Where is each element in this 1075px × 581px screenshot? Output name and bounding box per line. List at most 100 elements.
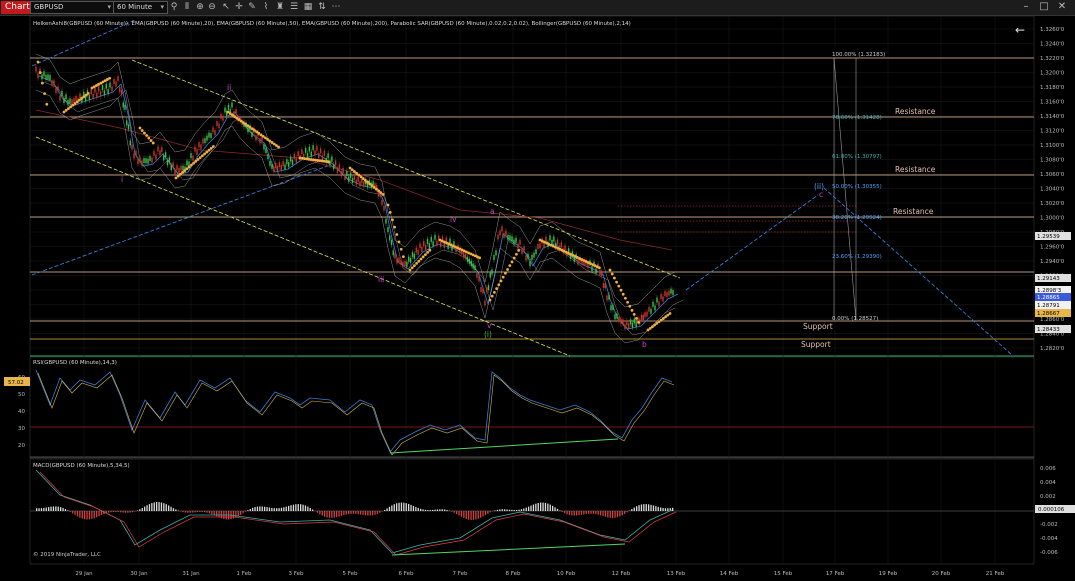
date-tick-label: 13 Feb (667, 571, 686, 577)
macd-histogram-bar (84, 511, 86, 520)
macd-histogram-bar (348, 511, 350, 515)
candle-body (591, 266, 593, 272)
candle-body (267, 154, 269, 160)
candle-body (389, 235, 391, 241)
macd-histogram-bar (189, 511, 191, 513)
wave-label: (i) (484, 330, 492, 339)
macd-histogram-bar (643, 504, 645, 511)
macd-histogram-bar (662, 507, 664, 511)
price-tick-label: 1.3060'0 (1040, 172, 1065, 178)
parabolic-sar-dot (510, 260, 514, 264)
candle-body (149, 155, 151, 161)
macd-histogram-bar (504, 509, 506, 511)
candle-body (602, 282, 605, 288)
macd-histogram-bar (583, 511, 585, 515)
candle-body (57, 86, 59, 92)
parabolic-sar-dot (495, 287, 498, 290)
parabolic-sar-dot (43, 92, 46, 96)
back-arrow-icon[interactable]: ← (1015, 23, 1025, 37)
date-tick-label: 17 Feb (826, 571, 845, 577)
macd-histogram-bar (153, 502, 155, 511)
candle-body (196, 149, 198, 155)
macd-histogram-bar (187, 511, 189, 513)
price-tick-label: 1.2860'0 (1040, 317, 1065, 323)
macd-histogram-bar (398, 502, 400, 511)
macd-histogram-bar (48, 507, 50, 511)
parabolic-sar-dot (395, 233, 399, 236)
candle-body (553, 236, 555, 242)
candle-body (67, 99, 69, 105)
candle-body (521, 248, 523, 254)
candle-body (115, 81, 117, 87)
parabolic-sar-dot (610, 272, 614, 276)
candle-body (109, 82, 111, 88)
macd-histogram-bar (384, 509, 386, 511)
macd-histogram-bar (319, 511, 321, 515)
parabolic-sar-dot (84, 93, 88, 97)
parabolic-sar-dot (207, 148, 211, 152)
candle-body (231, 102, 233, 108)
parabolic-sar-dot (82, 95, 86, 99)
parabolic-sar-dot (410, 266, 414, 270)
parabolic-sar-dot (397, 240, 401, 244)
parabolic-sar-dot (194, 159, 198, 163)
candle-body (616, 313, 618, 319)
macd-histogram-bar (439, 509, 441, 511)
candle-body (419, 243, 421, 249)
macd-histogram-bar (297, 504, 299, 511)
macd-histogram-bar (300, 504, 302, 511)
macd-histogram-bar (396, 503, 398, 511)
candle-body (503, 232, 505, 238)
price-panel (29, 15, 1035, 357)
parabolic-sar-dot (613, 276, 616, 280)
macd-histogram-bar (268, 507, 271, 511)
candle-body (247, 127, 249, 133)
macd-tick-label: -0.004 (1040, 536, 1058, 542)
candle-body (537, 243, 539, 249)
macd-histogram-bar (422, 509, 424, 511)
macd-histogram-bar (412, 505, 415, 511)
price-marker-label: 1.28865 (1037, 295, 1060, 301)
candle-body (286, 159, 288, 165)
parabolic-sar-dot (375, 187, 378, 191)
macd-histogram-bar (386, 508, 388, 511)
macd-histogram-bar (626, 511, 628, 513)
candle-body (166, 160, 169, 166)
candle-body (170, 165, 172, 171)
macd-histogram-bar (345, 511, 347, 515)
parabolic-sar-dot (635, 317, 638, 320)
parabolic-sar-dot (370, 184, 374, 188)
parabolic-sar-dot (201, 154, 204, 158)
macd-histogram-bar (636, 506, 638, 511)
candle-body (293, 153, 296, 159)
macd-histogram-bar (316, 511, 319, 513)
candle-body (501, 226, 503, 232)
candle-body (489, 272, 491, 278)
price-tick-label: 1.3200'0 (1040, 71, 1065, 77)
macd-histogram-bar (408, 503, 410, 511)
macd-histogram-bar (513, 510, 515, 511)
parabolic-sar-dot (501, 275, 505, 279)
parabolic-sar-dot (424, 253, 427, 256)
candle-body (423, 241, 425, 247)
chart-canvas[interactable]: 100.00% (1.32183) 78.60% (1.31428) 61.80… (0, 0, 1075, 581)
macd-histogram-bar (369, 511, 371, 516)
candle-body (180, 165, 182, 171)
candle-body (259, 138, 261, 144)
macd-histogram-bar (122, 511, 124, 513)
candle-body (577, 259, 579, 265)
macd-histogram-bar (211, 511, 213, 515)
rsi-legend: RSI(GBPUSD (60 Minute),14,3) (33, 360, 117, 366)
macd-histogram-bar (120, 511, 122, 513)
candle-body (79, 93, 81, 99)
macd-histogram-bar (117, 511, 119, 513)
fib-0-label: 0.00% (1.28527) (832, 316, 878, 322)
macd-histogram-bar (588, 511, 590, 514)
candle-body (357, 176, 359, 182)
parabolic-sar-dot (619, 288, 623, 292)
candle-body (525, 255, 527, 261)
macd-histogram-bar (566, 511, 568, 515)
macd-histogram-bar (367, 511, 369, 516)
macd-histogram-bar (292, 504, 295, 511)
parabolic-sar-dot (506, 268, 509, 271)
